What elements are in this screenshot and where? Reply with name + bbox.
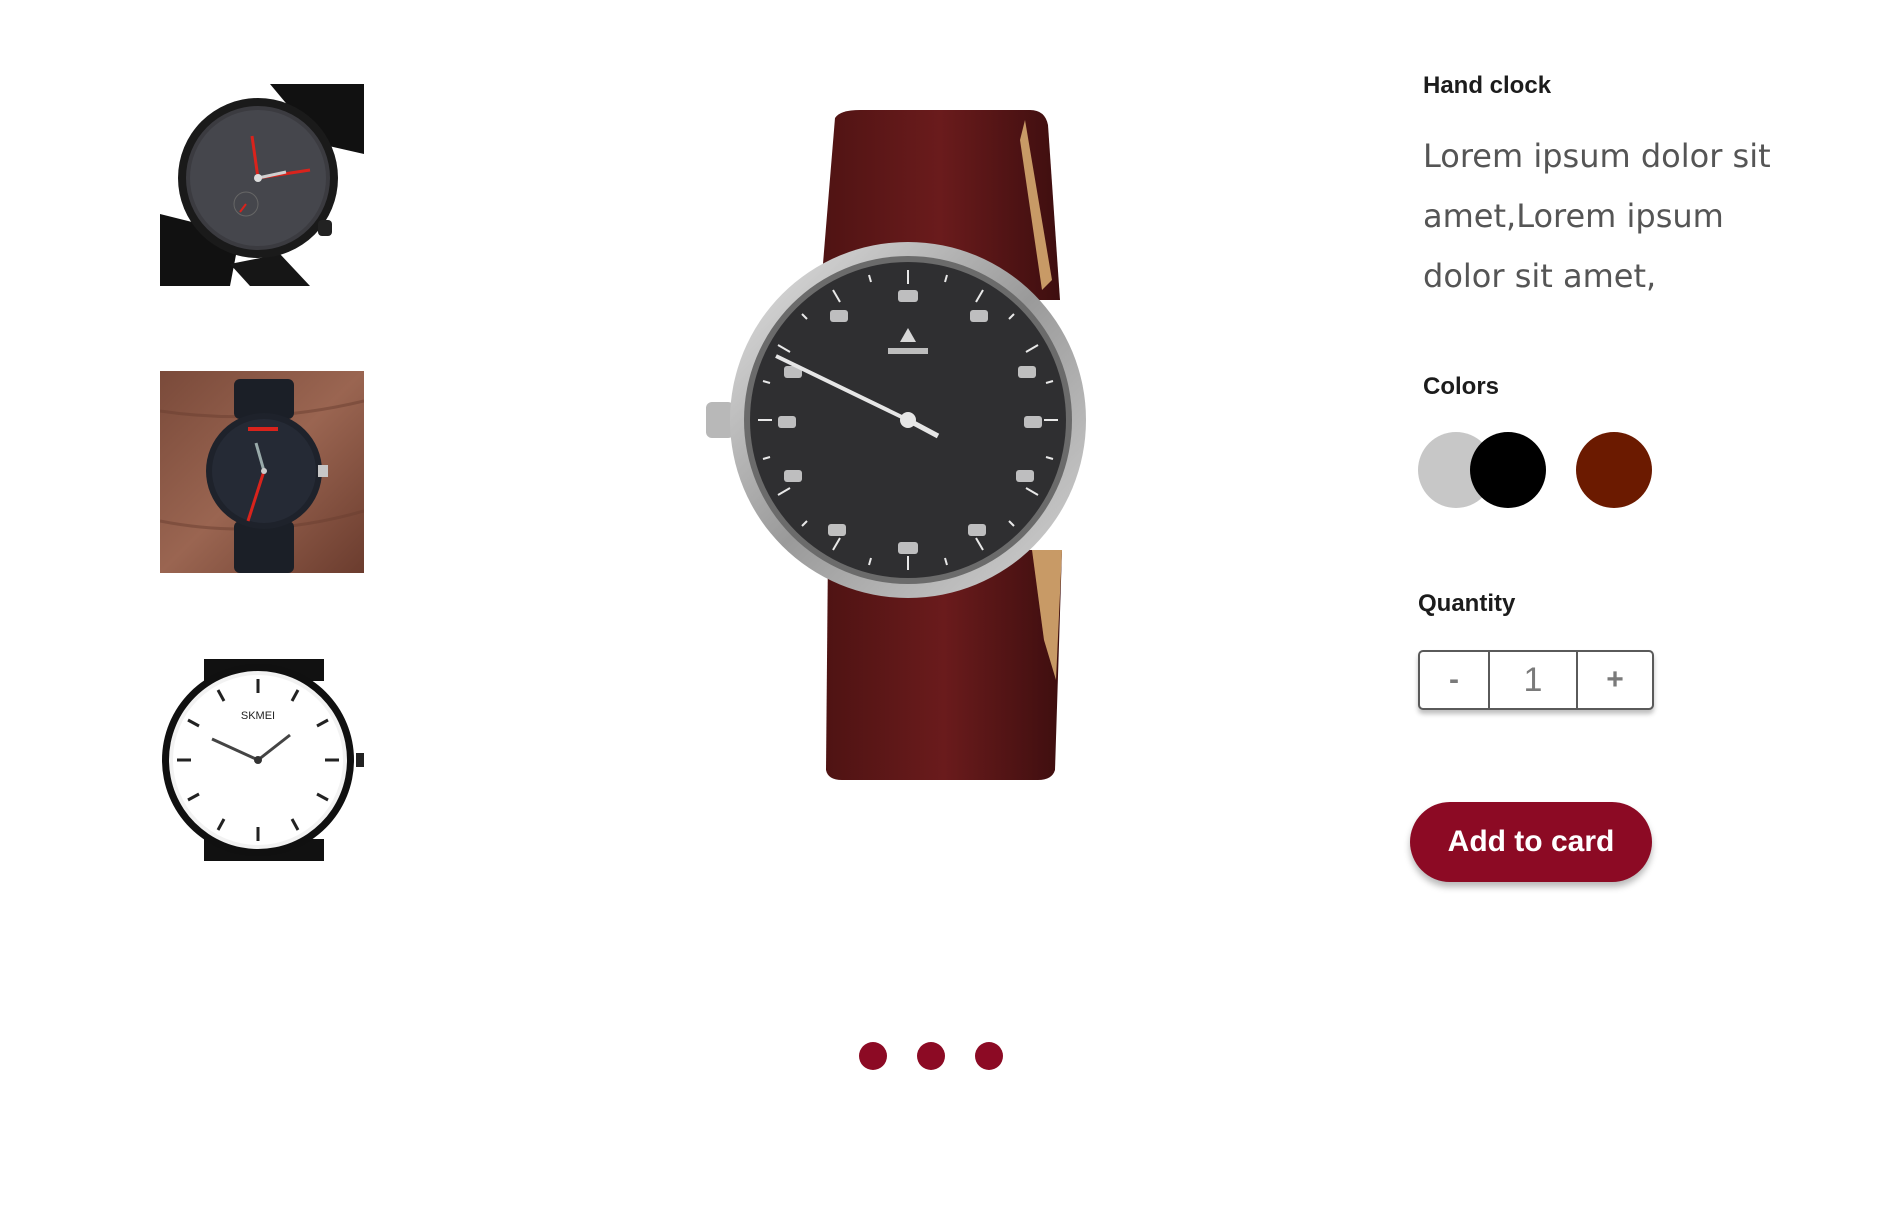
thumbnail-white-watch[interactable]: SKMEI [160,659,364,861]
product-description: Lorem ipsum dolor sit amet,Lorem ipsum d… [1423,137,1771,295]
brand-label: SKMEI [241,710,275,722]
decrement-button[interactable]: - [1420,652,1490,708]
color-swatch-brown[interactable] [1576,432,1652,508]
increment-button[interactable]: + [1578,652,1652,708]
quantity-label: Quantity [1418,590,1516,617]
pagination-dot[interactable] [859,1042,887,1070]
watch-image [706,110,1086,780]
watch-image [160,84,364,286]
pagination-dots [859,1042,1003,1070]
thumbnail-dark-watch[interactable] [160,84,364,286]
watch-image [160,371,364,573]
product-title: Hand clock [1423,72,1552,99]
add-to-cart-button[interactable]: Add to card [1410,802,1652,882]
watch-image: SKMEI [160,659,364,861]
pagination-dot[interactable] [975,1042,1003,1070]
colors-label: Colors [1423,373,1500,400]
quantity-value[interactable]: 1 [1490,652,1578,708]
color-swatch-black[interactable] [1470,432,1546,508]
quantity-stepper: - 1 + [1418,650,1654,710]
thumbnail-wood-watch[interactable] [160,371,364,573]
pagination-dot[interactable] [917,1042,945,1070]
main-product-image [660,80,1160,800]
